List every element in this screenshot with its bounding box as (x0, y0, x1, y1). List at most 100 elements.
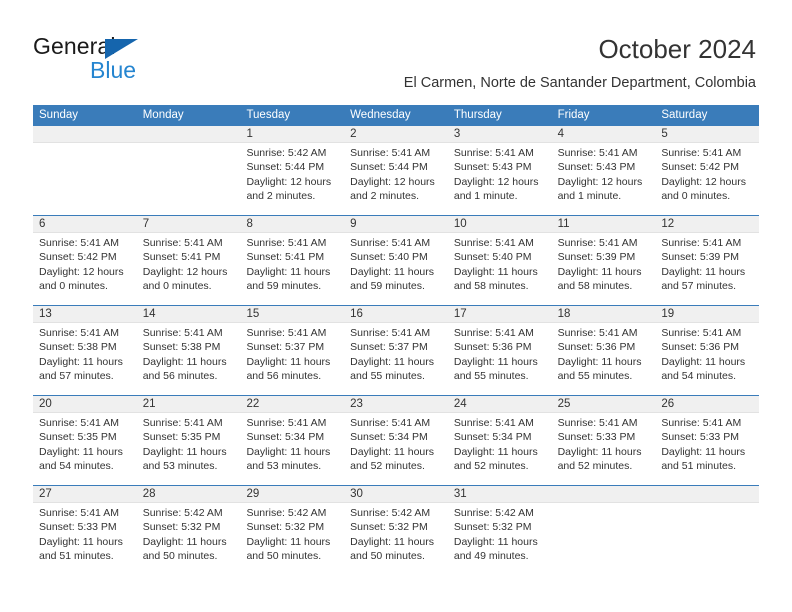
calendar-page: General Blue October 2024 El Carmen, Nor… (0, 0, 792, 612)
day-number: 16 (350, 308, 363, 320)
sunset-text: Sunset: 5:39 PM (557, 251, 636, 264)
daylight-text: Daylight: 11 hours and 54 minutes. (661, 355, 746, 383)
day-number: 10 (453, 218, 467, 230)
day-cell[interactable]: 8 Sunrise: 5:41 AM Sunset: 5:41 PM Dayli… (240, 216, 345, 305)
day-number: 14 (142, 308, 156, 320)
day-number: 6 (39, 218, 46, 230)
day-cell (33, 126, 137, 215)
day-number: 25 (557, 398, 571, 410)
day-number: 13 (39, 308, 52, 320)
sunset-text: Sunset: 5:34 PM (453, 431, 532, 444)
sunrise-text: Sunrise: 5:41 AM (453, 417, 534, 429)
sunrise-text: Sunrise: 5:41 AM (246, 417, 327, 429)
daylight-text: Daylight: 11 hours and 52 minutes. (453, 445, 538, 473)
day-number: 1 (246, 128, 253, 140)
day-cell[interactable]: 24 Sunrise: 5:41 AM Sunset: 5:34 PM Dayl… (447, 396, 552, 485)
day-cell[interactable]: 13 Sunrise: 5:41 AM Sunset: 5:38 PM Dayl… (33, 306, 137, 395)
sunset-text: Sunset: 5:34 PM (246, 431, 325, 444)
weekday-header-wednesday: Wednesday (350, 109, 411, 121)
day-cell[interactable]: 14 Sunrise: 5:41 AM Sunset: 5:38 PM Dayl… (136, 306, 241, 395)
day-number: 22 (246, 398, 260, 410)
sunrise-text: Sunrise: 5:41 AM (350, 327, 431, 339)
day-number: 5 (661, 128, 668, 140)
daylight-text: Daylight: 11 hours and 56 minutes. (246, 355, 331, 383)
day-cell[interactable]: 16 Sunrise: 5:41 AM Sunset: 5:37 PM Dayl… (344, 306, 448, 395)
daylight-text: Daylight: 11 hours and 59 minutes. (246, 265, 331, 293)
day-cell[interactable]: 11 Sunrise: 5:41 AM Sunset: 5:39 PM Dayl… (551, 216, 656, 305)
day-cell[interactable]: 26 Sunrise: 5:41 AM Sunset: 5:33 PM Dayl… (655, 396, 760, 485)
day-number: 23 (350, 398, 363, 410)
day-cell[interactable]: 6 Sunrise: 5:41 AM Sunset: 5:42 PM Dayli… (33, 216, 137, 305)
day-cell[interactable]: 9 Sunrise: 5:41 AM Sunset: 5:40 PM Dayli… (344, 216, 448, 305)
day-number: 19 (661, 308, 675, 320)
daylight-text: Daylight: 11 hours and 57 minutes. (661, 265, 746, 293)
daylight-text: Daylight: 11 hours and 52 minutes. (350, 445, 435, 473)
sunset-text: Sunset: 5:32 PM (246, 521, 325, 534)
sunset-text: Sunset: 5:36 PM (557, 341, 636, 354)
daylight-text: Daylight: 11 hours and 58 minutes. (557, 265, 642, 293)
day-cell[interactable]: 1 Sunrise: 5:42 AM Sunset: 5:44 PM Dayli… (240, 126, 345, 215)
day-number: 26 (661, 398, 675, 410)
day-number: 27 (39, 488, 52, 500)
sunrise-text: Sunrise: 5:41 AM (350, 147, 431, 159)
day-number: 4 (557, 128, 564, 140)
day-cell[interactable]: 30 Sunrise: 5:42 AM Sunset: 5:32 PM Dayl… (344, 486, 448, 575)
sunrise-text: Sunrise: 5:41 AM (39, 237, 119, 249)
sunrise-text: Sunrise: 5:41 AM (661, 327, 742, 339)
general-blue-logo[interactable]: General Blue (33, 33, 213, 85)
day-cell[interactable]: 19 Sunrise: 5:41 AM Sunset: 5:36 PM Dayl… (655, 306, 760, 395)
day-cell[interactable]: 10 Sunrise: 5:41 AM Sunset: 5:40 PM Dayl… (447, 216, 552, 305)
day-cell[interactable]: 5 Sunrise: 5:41 AM Sunset: 5:42 PM Dayli… (655, 126, 760, 215)
day-cell[interactable]: 2 Sunrise: 5:41 AM Sunset: 5:44 PM Dayli… (344, 126, 448, 215)
day-cell[interactable]: 3 Sunrise: 5:41 AM Sunset: 5:43 PM Dayli… (447, 126, 552, 215)
logo-text-blue: Blue (90, 57, 137, 83)
sunrise-text: Sunrise: 5:41 AM (661, 237, 742, 249)
day-cell[interactable]: 12 Sunrise: 5:41 AM Sunset: 5:39 PM Dayl… (655, 216, 760, 305)
sunrise-text: Sunrise: 5:41 AM (557, 327, 638, 339)
sunset-text: Sunset: 5:32 PM (350, 521, 428, 534)
daylight-text: Daylight: 11 hours and 55 minutes. (453, 355, 538, 383)
sunrise-text: Sunrise: 5:41 AM (661, 147, 742, 159)
sunrise-text: Sunrise: 5:41 AM (39, 417, 119, 429)
sunrise-text: Sunrise: 5:41 AM (39, 507, 119, 519)
sunset-text: Sunset: 5:33 PM (661, 431, 739, 444)
daylight-text: Daylight: 11 hours and 55 minutes. (350, 355, 435, 383)
daylight-text: Daylight: 11 hours and 51 minutes. (661, 445, 746, 473)
day-cell[interactable]: 4 Sunrise: 5:41 AM Sunset: 5:43 PM Dayli… (551, 126, 656, 215)
sunset-text: Sunset: 5:32 PM (142, 521, 221, 534)
day-cell[interactable]: 29 Sunrise: 5:42 AM Sunset: 5:32 PM Dayl… (240, 486, 345, 575)
sunset-text: Sunset: 5:35 PM (142, 431, 221, 444)
day-cell[interactable]: 20 Sunrise: 5:41 AM Sunset: 5:35 PM Dayl… (33, 396, 137, 485)
week-row: 20 Sunrise: 5:41 AM Sunset: 5:35 PM Dayl… (33, 395, 760, 485)
sunrise-text: Sunrise: 5:41 AM (557, 417, 638, 429)
day-cell[interactable]: 23 Sunrise: 5:41 AM Sunset: 5:34 PM Dayl… (344, 396, 448, 485)
day-number: 2 (350, 128, 357, 140)
day-cell[interactable]: 15 Sunrise: 5:41 AM Sunset: 5:37 PM Dayl… (240, 306, 345, 395)
day-cell[interactable]: 27 Sunrise: 5:41 AM Sunset: 5:33 PM Dayl… (33, 486, 137, 575)
day-cell[interactable]: 25 Sunrise: 5:41 AM Sunset: 5:33 PM Dayl… (551, 396, 656, 485)
sunset-text: Sunset: 5:34 PM (350, 431, 428, 444)
sunset-text: Sunset: 5:44 PM (350, 161, 428, 174)
sunset-text: Sunset: 5:37 PM (246, 341, 325, 354)
day-cell[interactable]: 21 Sunrise: 5:41 AM Sunset: 5:35 PM Dayl… (136, 396, 241, 485)
day-number: 29 (246, 488, 260, 500)
sunset-text: Sunset: 5:40 PM (453, 251, 532, 264)
daylight-text: Daylight: 11 hours and 57 minutes. (39, 355, 123, 383)
day-cell[interactable]: 31 Sunrise: 5:42 AM Sunset: 5:32 PM Dayl… (447, 486, 552, 575)
day-cell[interactable]: 17 Sunrise: 5:41 AM Sunset: 5:36 PM Dayl… (447, 306, 552, 395)
page-title: October 2024 (598, 34, 756, 64)
sunset-text: Sunset: 5:42 PM (39, 251, 117, 264)
day-cell (136, 126, 241, 215)
day-number: 7 (142, 218, 150, 230)
day-cell[interactable]: 28 Sunrise: 5:42 AM Sunset: 5:32 PM Dayl… (136, 486, 241, 575)
day-number: 21 (142, 398, 156, 410)
sunrise-text: Sunrise: 5:41 AM (453, 327, 534, 339)
day-cell[interactable]: 18 Sunrise: 5:41 AM Sunset: 5:36 PM Dayl… (551, 306, 656, 395)
sunrise-text: Sunrise: 5:41 AM (142, 417, 223, 429)
day-number: 30 (350, 488, 363, 500)
logo-text-general: General (33, 33, 116, 59)
daylight-text: Daylight: 11 hours and 56 minutes. (142, 355, 227, 383)
day-cell[interactable]: 7 Sunrise: 5:41 AM Sunset: 5:41 PM Dayli… (136, 216, 241, 305)
sunrise-text: Sunrise: 5:41 AM (453, 147, 534, 159)
day-cell[interactable]: 22 Sunrise: 5:41 AM Sunset: 5:34 PM Dayl… (240, 396, 345, 485)
